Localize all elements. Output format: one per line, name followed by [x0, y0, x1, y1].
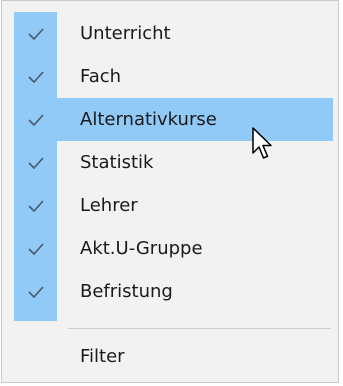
- menu-item-label: Akt.U-Gruppe: [80, 238, 203, 259]
- context-menu: Unterricht Fach Alternativkurse Statisti…: [1, 0, 339, 383]
- mouse-pointer-icon: [252, 127, 272, 159]
- menu-item-label: Fach: [80, 66, 122, 87]
- checkmark-icon: [14, 55, 57, 98]
- checkmark-icon: [14, 184, 57, 227]
- menu-item-label: Lehrer: [80, 195, 138, 216]
- menu-item-label: Befristung: [80, 281, 173, 302]
- checkmark-icon: [14, 227, 57, 270]
- checkmark-icon: [14, 98, 57, 141]
- menu-item-statistik[interactable]: Statistik: [14, 141, 333, 184]
- menu-item-label: Alternativkurse: [80, 109, 217, 130]
- menu-item-befristung[interactable]: Befristung: [14, 270, 333, 313]
- menu-item-lehrer[interactable]: Lehrer: [14, 184, 333, 227]
- menu-item-label: Filter: [80, 346, 125, 367]
- menu-item-filter[interactable]: Filter: [14, 335, 333, 378]
- menu-item-unterricht[interactable]: Unterricht: [14, 12, 333, 55]
- menu-item-fach[interactable]: Fach: [14, 55, 333, 98]
- menu-item-akt-u-gruppe[interactable]: Akt.U-Gruppe: [14, 227, 333, 270]
- menu-item-label: Unterricht: [80, 23, 171, 44]
- menu-item-alternativkurse[interactable]: Alternativkurse: [14, 98, 333, 141]
- menu-item-label: Statistik: [80, 152, 154, 173]
- menu-separator: [68, 328, 331, 329]
- checkmark-icon: [14, 12, 57, 55]
- checkmark-icon: [14, 270, 57, 313]
- checkmark-icon: [14, 141, 57, 184]
